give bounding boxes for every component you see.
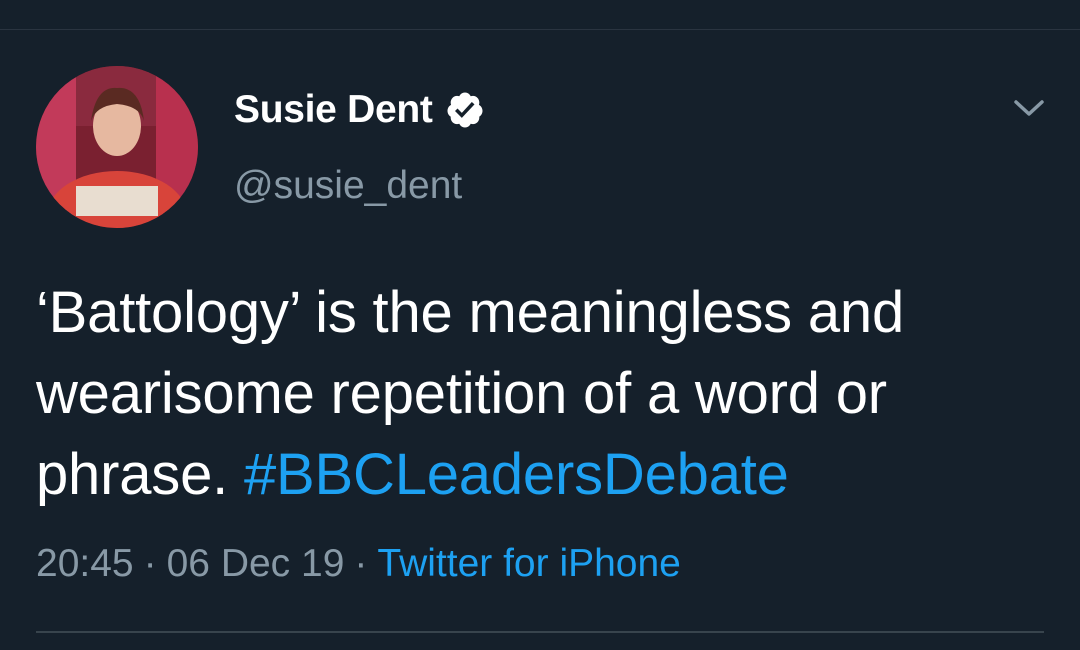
avatar-image <box>36 66 198 228</box>
top-divider <box>0 29 1080 30</box>
tweet-time[interactable]: 20:45 <box>36 542 134 585</box>
avatar[interactable] <box>36 66 198 228</box>
hashtag-link[interactable]: #BBCLeadersDebate <box>244 442 789 507</box>
tweet-date[interactable]: 06 Dec 19 <box>167 542 345 585</box>
author-name[interactable]: Susie Dent <box>234 88 433 132</box>
author-name-row[interactable]: Susie Dent <box>234 88 485 132</box>
tweet-text: ‘Battology’ is the meaningless and weari… <box>36 272 1056 515</box>
chevron-down-icon[interactable] <box>1010 92 1048 122</box>
meta-separator: · <box>354 542 368 585</box>
verified-badge-icon <box>445 90 485 130</box>
tweet-source-link[interactable]: Twitter for iPhone <box>377 542 680 585</box>
author-handle[interactable]: @susie_dent <box>234 164 462 208</box>
bottom-divider <box>36 631 1044 633</box>
tweet-meta: 20:45 · 06 Dec 19 · Twitter for iPhone <box>36 542 681 586</box>
meta-separator: · <box>143 542 157 585</box>
